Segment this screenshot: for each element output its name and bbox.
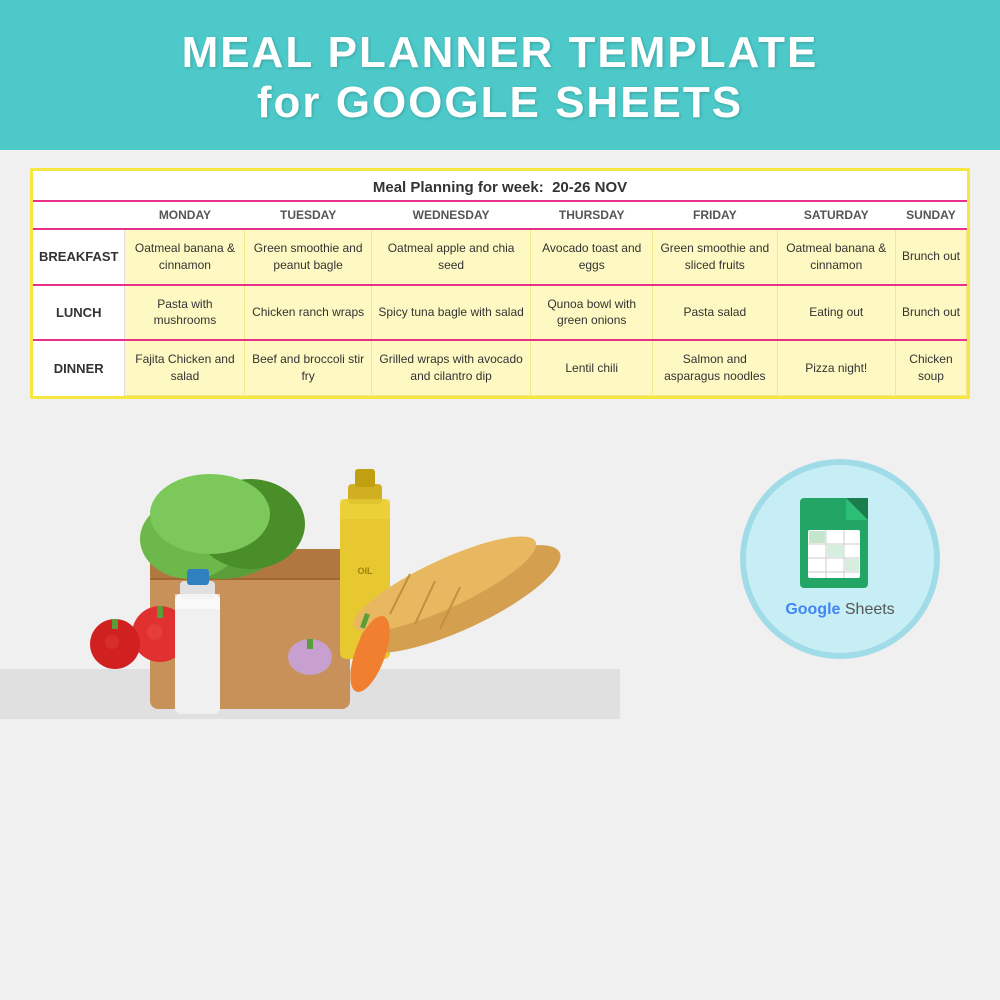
- meal-cell-dinner-1: Beef and broccoli stir fry: [245, 340, 371, 395]
- meal-cell-dinner-2: Grilled wraps with avocado and cilantro …: [371, 340, 531, 395]
- meal-label-dinner: DINNER: [33, 340, 125, 395]
- meal-row-lunch: LUNCHPasta with mushroomsChicken ranch w…: [33, 285, 967, 341]
- day-saturday: SATURDAY: [777, 201, 895, 229]
- meal-planner-table-container: Meal Planning for week: 20-26 NOV MONDAY…: [30, 168, 970, 399]
- week-label: Meal Planning for week: 20-26 NOV: [33, 171, 967, 200]
- meal-cell-breakfast-2: Oatmeal apple and chia seed: [371, 229, 531, 285]
- meal-cell-dinner-3: Lentil chili: [531, 340, 653, 395]
- meal-cell-breakfast-6: Brunch out: [895, 229, 966, 285]
- google-sheets-icon: [800, 498, 880, 593]
- meal-label-lunch: LUNCH: [33, 285, 125, 341]
- bottom-section: OIL: [0, 409, 1000, 719]
- meal-label-breakfast: BREAKFAST: [33, 229, 125, 285]
- svg-text:OIL: OIL: [358, 566, 374, 576]
- meal-cell-breakfast-3: Avocado toast and eggs: [531, 229, 653, 285]
- meal-cell-lunch-2: Spicy tuna bagle with salad: [371, 285, 531, 341]
- day-wednesday: WEDNESDAY: [371, 201, 531, 229]
- day-sunday: SUNDAY: [895, 201, 966, 229]
- meal-cell-dinner-0: Fajita Chicken and salad: [125, 340, 245, 395]
- main-container: MEAL PLANNER TEMPLATE for GOOGLE SHEETS …: [0, 0, 1000, 1000]
- meal-cell-lunch-4: Pasta salad: [653, 285, 777, 341]
- meal-cell-breakfast-5: Oatmeal banana & cinnamon: [777, 229, 895, 285]
- meal-cell-lunch-1: Chicken ranch wraps: [245, 285, 371, 341]
- week-range: 20-26 NOV: [552, 179, 627, 196]
- grocery-illustration: OIL: [0, 409, 620, 719]
- google-sheets-badge: Google Sheets: [740, 459, 940, 659]
- meal-cell-dinner-4: Salmon and asparagus noodles: [653, 340, 777, 395]
- week-label-text: Meal Planning for week:: [373, 179, 544, 196]
- meal-cell-lunch-5: Eating out: [777, 285, 895, 341]
- meal-table: MONDAY TUESDAY WEDNESDAY THURSDAY FRIDAY…: [33, 200, 967, 396]
- meal-cell-lunch-3: Qunoa bowl with green onions: [531, 285, 653, 341]
- meal-cell-dinner-5: Pizza night!: [777, 340, 895, 395]
- day-header-row: MONDAY TUESDAY WEDNESDAY THURSDAY FRIDAY…: [33, 201, 967, 229]
- header-line2: for GOOGLE SHEETS: [20, 78, 980, 128]
- meal-cell-dinner-6: Chicken soup: [895, 340, 966, 395]
- empty-header: [33, 201, 125, 229]
- meal-cell-lunch-0: Pasta with mushrooms: [125, 285, 245, 341]
- day-tuesday: TUESDAY: [245, 201, 371, 229]
- meal-cell-lunch-6: Brunch out: [895, 285, 966, 341]
- meal-row-dinner: DINNERFajita Chicken and saladBeef and b…: [33, 340, 967, 395]
- meal-cell-breakfast-4: Green smoothie and sliced fruits: [653, 229, 777, 285]
- meal-cell-breakfast-1: Green smoothie and peanut bagle: [245, 229, 371, 285]
- meal-row-breakfast: BREAKFASTOatmeal banana & cinnamonGreen …: [33, 229, 967, 285]
- day-thursday: THURSDAY: [531, 201, 653, 229]
- meal-cell-breakfast-0: Oatmeal banana & cinnamon: [125, 229, 245, 285]
- day-friday: FRIDAY: [653, 201, 777, 229]
- day-monday: MONDAY: [125, 201, 245, 229]
- header-banner: MEAL PLANNER TEMPLATE for GOOGLE SHEETS: [0, 0, 1000, 150]
- header-line1: MEAL PLANNER TEMPLATE: [20, 28, 980, 78]
- google-sheets-label: Google Sheets: [785, 601, 894, 619]
